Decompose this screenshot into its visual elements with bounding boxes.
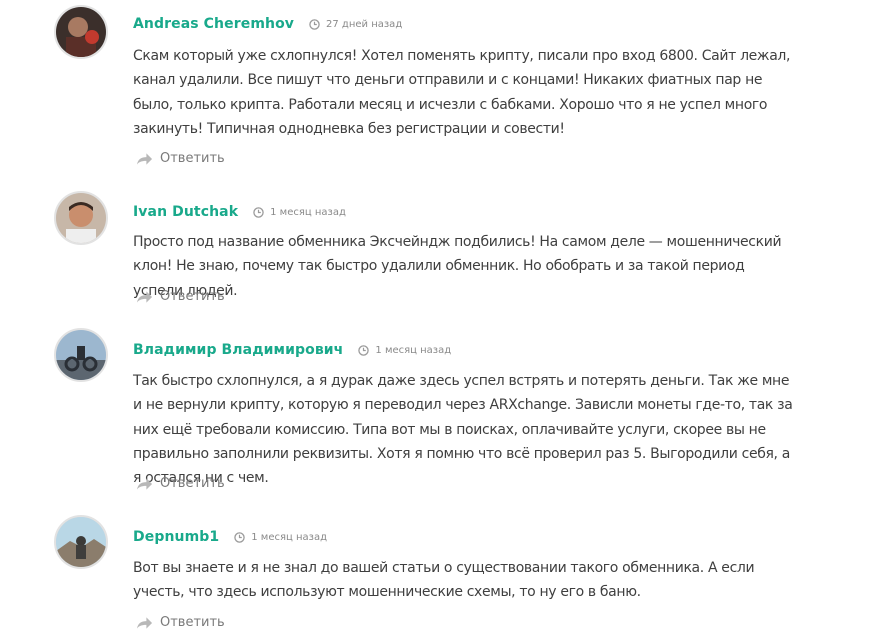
- comment-time[interactable]: 1 месяц назад: [358, 345, 451, 356]
- comment-time[interactable]: 1 месяц назад: [253, 207, 346, 218]
- comment-meta: Ivan Dutchak 1 месяц назад: [133, 202, 346, 222]
- avatar[interactable]: [54, 515, 108, 569]
- reply-button[interactable]: Ответить: [136, 476, 225, 491]
- comment-text: Вот вы знаете и я не знал до вашей стать…: [133, 560, 755, 601]
- comment-author[interactable]: Ivan Dutchak: [133, 204, 238, 220]
- reply-label: Ответить: [160, 151, 225, 166]
- reply-label: Ответить: [160, 289, 225, 304]
- reply-arrow-icon: [136, 616, 153, 629]
- reply-button[interactable]: Ответить: [136, 151, 225, 166]
- comment-text: Так быстро схлопнулся, а я дурак даже зд…: [133, 373, 793, 487]
- avatar-image: [56, 7, 106, 57]
- avatar[interactable]: [54, 328, 108, 382]
- comment-text: Просто под название обменника Эксчейндж …: [133, 234, 782, 299]
- comment-time[interactable]: 27 дней назад: [309, 19, 402, 30]
- comment-time-label: 1 месяц назад: [375, 344, 452, 356]
- clock-icon: [253, 206, 264, 218]
- reply-button[interactable]: Ответить: [136, 289, 225, 304]
- comment-meta: Andreas Cheremhov 27 дней назад: [133, 14, 402, 34]
- avatar[interactable]: [54, 191, 108, 245]
- comment-time[interactable]: 1 месяц назад: [234, 532, 327, 543]
- comment-time-label: 1 месяц назад: [270, 206, 346, 218]
- avatar-image: [56, 517, 106, 567]
- comment-author[interactable]: Depnumb1: [133, 529, 219, 545]
- comment-author[interactable]: Andreas Cheremhov: [133, 16, 294, 32]
- comment-author[interactable]: Владимир Владимирович: [133, 342, 343, 358]
- avatar-image: [56, 193, 106, 243]
- avatar[interactable]: [54, 5, 108, 59]
- reply-arrow-icon: [136, 290, 153, 303]
- clock-icon: [234, 531, 245, 543]
- reply-label: Ответить: [160, 615, 225, 630]
- clock-icon: [358, 344, 370, 356]
- comment-meta: Владимир Владимирович 1 месяц назад: [133, 340, 451, 360]
- reply-arrow-icon: [136, 152, 153, 165]
- clock-icon: [309, 18, 320, 30]
- reply-button[interactable]: Ответить: [136, 615, 225, 630]
- comment-text: Скам который уже схлопнулся! Хотел помен…: [133, 48, 791, 137]
- avatar-image: [56, 330, 106, 380]
- reply-arrow-icon: [136, 477, 153, 490]
- comment-meta: Depnumb1 1 месяц назад: [133, 527, 327, 547]
- comment-time-label: 27 дней назад: [326, 18, 403, 30]
- reply-label: Ответить: [160, 476, 225, 491]
- comment-time-label: 1 месяц назад: [251, 531, 327, 543]
